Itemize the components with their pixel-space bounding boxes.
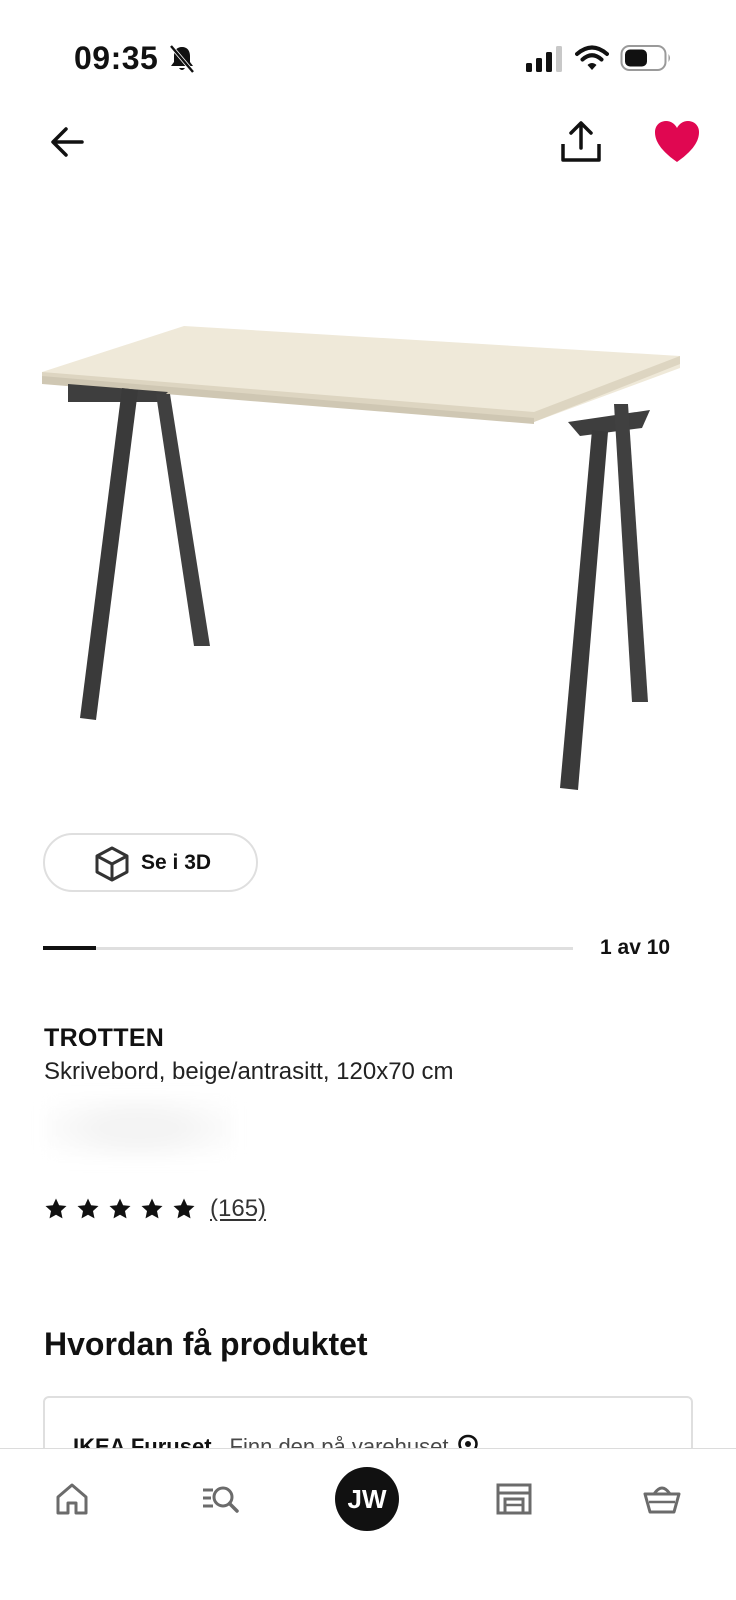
- star-icon: [173, 1198, 195, 1219]
- product-image[interactable]: [40, 310, 700, 810]
- gallery-counter: 1 av 10: [600, 936, 671, 959]
- wifi-icon: [575, 45, 609, 70]
- tab-search[interactable]: [175, 1449, 265, 1549]
- battery-icon: [620, 45, 670, 71]
- tab-cart[interactable]: [617, 1449, 707, 1549]
- price-placeholder: [44, 1096, 234, 1160]
- gallery-progress-fill: [43, 946, 96, 950]
- heart-icon: [655, 121, 699, 162]
- product-name: TROTTEN: [44, 1024, 165, 1052]
- gallery-progress-bar: [43, 946, 573, 950]
- product-description: Skrivebord, beige/antrasitt, 120x70 cm: [44, 1058, 454, 1085]
- status-bar: 09:35: [0, 0, 736, 110]
- view-3d-label: Se i 3D: [141, 851, 212, 874]
- star-icon: [141, 1198, 163, 1219]
- bottom-tab-bar: JW: [0, 1448, 736, 1600]
- product-rating[interactable]: (165): [44, 1192, 266, 1226]
- back-button[interactable]: [44, 118, 92, 166]
- tab-home[interactable]: [27, 1449, 117, 1549]
- view-3d-button[interactable]: Se i 3D: [43, 833, 258, 892]
- rating-stars: [44, 1197, 204, 1221]
- tab-profile[interactable]: JW: [322, 1449, 412, 1549]
- cellular-signal-icon: [526, 46, 562, 72]
- tab-stores[interactable]: [469, 1449, 559, 1549]
- share-icon: [561, 121, 601, 162]
- home-icon: [56, 1483, 88, 1515]
- favorite-button[interactable]: [652, 118, 702, 166]
- star-icon: [77, 1198, 99, 1219]
- back-arrow-icon: [51, 127, 84, 157]
- review-count-link[interactable]: (165): [210, 1195, 266, 1223]
- store-icon: [496, 1483, 532, 1515]
- avatar: JW: [335, 1467, 399, 1531]
- cube-3d-icon: [95, 846, 129, 882]
- search-icon: [203, 1486, 239, 1513]
- bell-muted-icon: [169, 44, 195, 74]
- status-time: 09:35: [74, 40, 159, 76]
- cart-icon: [643, 1486, 681, 1514]
- share-button[interactable]: [556, 118, 606, 168]
- star-icon: [109, 1198, 131, 1219]
- availability-heading: Hvordan få produktet: [44, 1326, 368, 1362]
- star-icon: [45, 1198, 67, 1219]
